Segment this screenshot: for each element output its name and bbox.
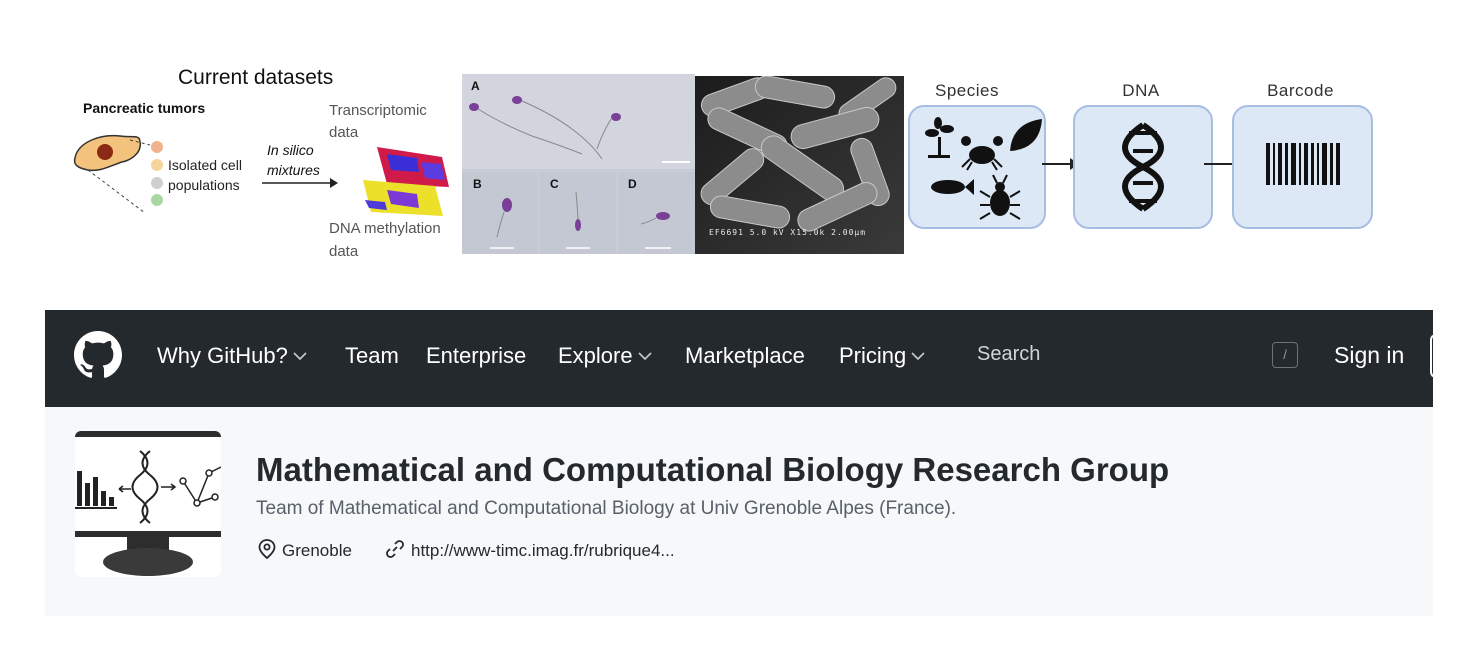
org-location: Grenoble	[258, 539, 352, 561]
sign-up-button[interactable]	[1430, 334, 1440, 378]
github-header: Why GitHub? Team Enterprise Explore Mark…	[45, 310, 1440, 407]
sperm-microscopy-figure: A B C D	[462, 74, 695, 254]
species-icons	[925, 117, 1042, 220]
species-box	[908, 105, 1046, 229]
panel-letter-d: D	[628, 177, 637, 191]
sem-caption: EF6691 5.0 kV X15.0k 2.00µm	[709, 228, 867, 237]
link-icon	[386, 540, 404, 558]
pancreatic-tumors-label: Pancreatic tumors	[83, 100, 206, 116]
github-mark-icon[interactable]	[74, 331, 122, 379]
nav-label: Pricing	[839, 343, 907, 368]
org-profile-header: Mathematical and Computational Biology R…	[45, 407, 1433, 616]
dna-label: DNA	[1122, 81, 1160, 100]
nav-enterprise[interactable]: Enterprise	[426, 343, 526, 369]
location-text: Grenoble	[282, 541, 352, 560]
search-input[interactable]: Search	[977, 343, 1040, 366]
search-shortcut-badge: /	[1272, 342, 1298, 368]
transcriptomic-data-label: data	[329, 124, 359, 141]
panel-letter-c: C	[550, 177, 559, 191]
microscopy-panel-a: A	[462, 74, 695, 169]
datasets-figure: Current datasets Pancreatic tumors Isola…	[70, 60, 462, 265]
heatmap-illustration	[363, 147, 449, 216]
location-pin-icon	[258, 539, 276, 560]
nav-label: Explore	[558, 343, 633, 368]
isolated-cell-label: Isolated cell	[168, 157, 242, 173]
species-label: Species	[935, 81, 999, 100]
sign-in-link[interactable]: Sign in	[1334, 342, 1404, 369]
in-silico-label: In silico	[267, 142, 314, 158]
dna-methylation-label: DNA methylation	[329, 220, 441, 237]
barcode-box	[1232, 105, 1373, 229]
nav-pricing[interactable]: Pricing	[839, 343, 925, 369]
dna-barcoding-figure: Species DNA Barcode	[904, 78, 1381, 250]
leaf-icon	[1010, 119, 1042, 151]
fish-icon	[931, 180, 965, 194]
nav-marketplace[interactable]: Marketplace	[685, 343, 805, 369]
nav-explore[interactable]: Explore	[558, 343, 652, 369]
datasets-title: Current datasets	[178, 66, 334, 89]
crab-icon	[969, 146, 995, 164]
barcode-label: Barcode	[1267, 81, 1334, 100]
org-description: Team of Mathematical and Computational B…	[256, 498, 957, 519]
panel-letter-b: B	[473, 177, 482, 191]
org-name: Mathematical and Computational Biology R…	[256, 451, 1170, 488]
beetle-icon	[990, 190, 1010, 216]
chevron-down-icon	[293, 352, 307, 361]
chevron-down-icon	[911, 352, 925, 361]
bacteria-sem-figure: EF6691 5.0 kV X15.0k 2.00µm	[695, 75, 904, 254]
nav-team[interactable]: Team	[345, 343, 399, 369]
methylation-data-label: data	[329, 243, 359, 260]
nav-why-github[interactable]: Why GitHub?	[157, 343, 307, 369]
arrow-icon	[262, 178, 338, 188]
dna-helix-icon	[1122, 122, 1164, 212]
plant-icon	[938, 137, 941, 157]
transcriptomic-label: Transcriptomic	[329, 102, 427, 119]
panel-letter-a: A	[471, 79, 480, 93]
website-link[interactable]: http://www-timc.imag.fr/rubrique4...	[411, 541, 675, 560]
populations-label: populations	[168, 177, 240, 193]
barcode-icon	[1266, 143, 1340, 185]
nav-label: Why GitHub?	[157, 343, 288, 368]
microscopy-panel-c: C	[540, 172, 616, 254]
microscopy-panel-b: B	[462, 172, 537, 254]
monitor-dna-network-icon	[75, 431, 221, 576]
org-avatar[interactable]	[75, 431, 221, 577]
chevron-down-icon	[638, 352, 652, 361]
microscopy-panel-d: D	[619, 172, 695, 254]
org-website[interactable]: http://www-timc.imag.fr/rubrique4...	[385, 539, 675, 561]
dna-box	[1073, 105, 1213, 229]
sperm-cells-illustration	[469, 96, 690, 163]
